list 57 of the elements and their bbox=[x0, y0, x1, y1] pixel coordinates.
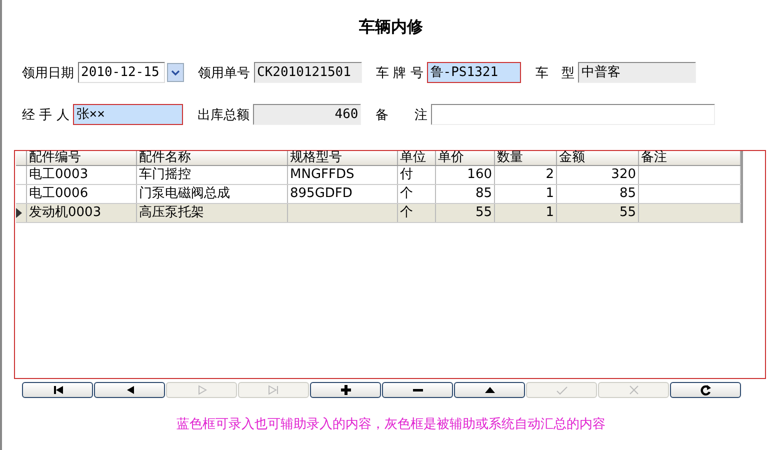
table-cell: 电工0003 bbox=[27, 166, 137, 184]
table-cell: 160 bbox=[436, 166, 495, 184]
column-header[interactable]: 配件编号 bbox=[27, 151, 137, 165]
input-field[interactable]: 张×× bbox=[73, 104, 184, 125]
refresh-button[interactable] bbox=[670, 382, 741, 398]
table-cell: MNGFFDS bbox=[288, 166, 398, 184]
table-cell: 55 bbox=[557, 204, 639, 222]
table-cell: 付 bbox=[398, 166, 436, 184]
table-cell: 85 bbox=[557, 185, 639, 203]
column-header[interactable]: 备注 bbox=[639, 151, 741, 165]
add-button[interactable] bbox=[310, 382, 381, 398]
table-cell: 85 bbox=[436, 185, 495, 203]
hint-text: 蓝色框可录入也可辅助录入的内容，灰色框是被辅助或系统自动汇总的内容 bbox=[176, 416, 606, 433]
table-cell: 车门摇控 bbox=[137, 166, 288, 184]
input-field[interactable]: 460 bbox=[253, 104, 362, 125]
chevron-down-icon bbox=[171, 70, 180, 76]
dropdown-button[interactable] bbox=[167, 63, 184, 82]
table-cell: 发动机0003 bbox=[27, 204, 137, 222]
delete-button[interactable] bbox=[382, 382, 453, 398]
column-header[interactable]: 单位 bbox=[398, 151, 436, 165]
field-label: 车 型 bbox=[535, 64, 574, 82]
field-label: 领用单号 bbox=[198, 64, 250, 82]
table-cell: 895GDFD bbox=[288, 185, 398, 203]
last-record-icon bbox=[266, 383, 280, 397]
date-field[interactable]: 2010-12-15 bbox=[78, 62, 165, 83]
plus-icon bbox=[338, 383, 352, 397]
window-title: 车辆内修 bbox=[358, 16, 424, 38]
field-label: 领用日期 bbox=[22, 64, 74, 82]
input-field[interactable] bbox=[431, 104, 716, 125]
column-header[interactable]: 配件名称 bbox=[137, 151, 288, 165]
field-label: 经 手 人 bbox=[22, 106, 70, 124]
prev-button[interactable] bbox=[94, 382, 165, 398]
input-field[interactable]: 中普客 bbox=[578, 62, 696, 83]
column-header[interactable]: 数量 bbox=[495, 151, 557, 165]
table-cell: 2 bbox=[495, 166, 557, 184]
row-pointer-icon bbox=[16, 208, 22, 218]
table-cell: 门泵电磁阀总成 bbox=[137, 185, 288, 203]
table-cell: 1 bbox=[495, 204, 557, 222]
table-cell: 1 bbox=[495, 185, 557, 203]
table-cell: 个 bbox=[398, 185, 436, 203]
table-cell: 个 bbox=[398, 204, 436, 222]
field-label: 备 注 bbox=[375, 106, 428, 124]
input-field[interactable]: 鲁-PS1321 bbox=[427, 62, 522, 83]
column-header[interactable]: 规格型号 bbox=[288, 151, 398, 165]
table-cell: 高压泵托架 bbox=[137, 204, 288, 222]
refresh-icon bbox=[698, 383, 712, 397]
first-button[interactable] bbox=[22, 382, 93, 398]
table-cell: 55 bbox=[436, 204, 495, 222]
table-cell: 电工0006 bbox=[27, 185, 137, 203]
field-label: 出库总额 bbox=[197, 106, 250, 124]
input-field[interactable]: CK2010121501 bbox=[254, 62, 362, 83]
table-cell: 320 bbox=[557, 166, 639, 184]
field-label: 车 牌 号 bbox=[376, 64, 424, 82]
column-header[interactable]: 单价 bbox=[436, 151, 495, 165]
x-mark-icon bbox=[626, 383, 640, 397]
edit-button[interactable] bbox=[454, 382, 525, 398]
column-header[interactable]: 金额 bbox=[557, 151, 639, 165]
